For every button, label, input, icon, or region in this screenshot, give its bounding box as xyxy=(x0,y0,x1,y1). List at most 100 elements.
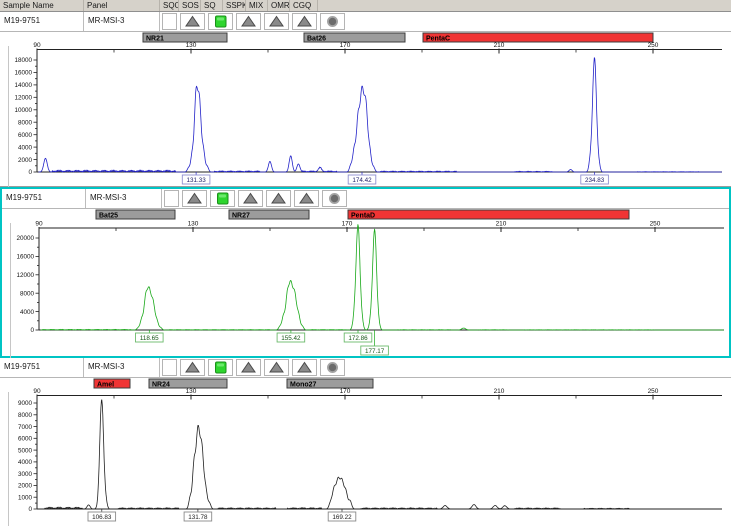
flag-circle-icon xyxy=(320,359,345,376)
svg-text:8000: 8000 xyxy=(18,119,33,126)
column-header-omr[interactable]: OMR xyxy=(268,0,290,11)
svg-text:210: 210 xyxy=(494,388,505,395)
sample-row: M19-9751 MR-MSI-3 xyxy=(0,12,731,32)
marker-bar-Mono27[interactable]: Mono27 xyxy=(286,378,374,389)
svg-text:PentaD: PentaD xyxy=(351,213,375,220)
svg-text:18000: 18000 xyxy=(14,57,32,64)
electropherogram-plot-green[interactable]: Bat25 NR27 PentaD 90 130 170 210 250 0 4000 8000 12… xyxy=(2,209,729,358)
svg-text:12000: 12000 xyxy=(14,95,32,102)
peak-size-label[interactable]: 174.42 xyxy=(347,174,377,185)
peak-size-label[interactable]: 177.17 xyxy=(360,345,389,356)
electropherogram-plot-black[interactable]: Amel NR24 Mono27 90 130 170 210 250 0 1000 2000 300… xyxy=(0,378,731,526)
marker-bar-PentaC[interactable]: PentaC xyxy=(422,32,654,43)
column-header-sos[interactable]: SOS xyxy=(179,0,201,11)
marker-bar-Bat25[interactable]: Bat25 xyxy=(95,209,176,220)
svg-text:1000: 1000 xyxy=(18,494,33,501)
svg-text:5000: 5000 xyxy=(18,447,33,454)
svg-text:16000: 16000 xyxy=(14,70,32,77)
y-axis: 0 1000 2000 3000 4000 5000 6000 7000 8000 9000 xyxy=(18,395,38,513)
electropherogram-plot-blue[interactable]: NR21 Bat26 PentaC 90 130 170 210 250 0 2000 4000 60… xyxy=(0,32,731,187)
flag-triangle-icon xyxy=(266,190,291,207)
x-axis: 90 130 170 210 250 xyxy=(33,388,722,400)
svg-text:8000: 8000 xyxy=(20,290,35,297)
peak-size-label[interactable]: 131.78 xyxy=(183,511,213,522)
svg-text:NR27: NR27 xyxy=(232,213,250,220)
svg-text:170: 170 xyxy=(342,221,353,228)
svg-text:0: 0 xyxy=(28,506,32,513)
flag-empty-icon xyxy=(162,13,177,30)
svg-text:Mono27: Mono27 xyxy=(290,382,317,389)
column-header-filler xyxy=(318,0,731,11)
svg-text:NR24: NR24 xyxy=(152,382,170,389)
svg-text:210: 210 xyxy=(496,221,507,228)
svg-text:7000: 7000 xyxy=(18,424,33,431)
peak-size-label[interactable]: 155.42 xyxy=(276,332,306,343)
peak-size-label[interactable]: 169.22 xyxy=(327,511,357,522)
peak-size-label[interactable]: 106.83 xyxy=(87,511,117,522)
flag-triangle-icon xyxy=(294,190,319,207)
column-header-mix[interactable]: MIX xyxy=(246,0,268,11)
panel-name-cell[interactable]: MR-MSI-3 xyxy=(86,189,162,208)
column-header-sq[interactable]: SQ xyxy=(201,0,223,11)
marker-bar-NR27[interactable]: NR27 xyxy=(228,209,310,220)
peak-size-label[interactable]: 118.65 xyxy=(135,332,164,343)
panel-name-cell[interactable]: MR-MSI-3 xyxy=(84,358,160,377)
svg-text:131.33: 131.33 xyxy=(186,177,206,184)
svg-text:250: 250 xyxy=(648,388,659,395)
flag-green-square-icon xyxy=(208,359,233,376)
sample-name-cell[interactable]: M19-9751 xyxy=(0,12,84,31)
svg-text:210: 210 xyxy=(494,42,505,49)
svg-text:234.83: 234.83 xyxy=(585,177,605,184)
svg-text:174.42: 174.42 xyxy=(352,177,372,184)
svg-text:172.86: 172.86 xyxy=(348,335,368,342)
svg-text:14000: 14000 xyxy=(14,82,32,89)
svg-text:90: 90 xyxy=(33,42,41,49)
svg-text:170: 170 xyxy=(340,388,351,395)
sample-panel-2-selected: M19-9751 MR-MSI-3 Bat25 NR27 PentaD 90 130 17… xyxy=(0,187,731,358)
flag-empty-icon xyxy=(162,359,177,376)
svg-text:3000: 3000 xyxy=(18,471,33,478)
peak-size-label[interactable]: 234.83 xyxy=(580,174,609,185)
flag-empty-icon xyxy=(164,190,179,207)
flag-triangle-icon xyxy=(236,359,261,376)
svg-text:90: 90 xyxy=(33,388,41,395)
marker-bar-Amel[interactable]: Amel xyxy=(93,378,131,389)
x-axis: 90 130 170 210 250 xyxy=(33,42,722,54)
sample-panel-3: M19-9751 MR-MSI-3 Amel NR24 Mono27 90 130 170… xyxy=(0,358,731,527)
flag-triangle-icon xyxy=(236,13,261,30)
column-header-cgq[interactable]: CGQ xyxy=(290,0,318,11)
svg-text:118.65: 118.65 xyxy=(140,335,159,342)
column-header-sqo[interactable]: SQO xyxy=(160,0,179,11)
sample-name-cell[interactable]: M19-9751 xyxy=(2,189,86,208)
svg-text:177.17: 177.17 xyxy=(365,348,385,355)
flag-triangle-icon xyxy=(292,359,317,376)
genotyping-app-window: Sample Name Panel SQO SOS SQ SSPK MIX OM… xyxy=(0,0,731,527)
marker-bar-PentaD[interactable]: PentaD xyxy=(347,209,630,220)
flag-triangle-icon xyxy=(264,359,289,376)
svg-text:16000: 16000 xyxy=(16,254,34,261)
svg-text:NR21: NR21 xyxy=(146,36,164,43)
x-axis: 90 130 170 210 250 xyxy=(35,221,724,232)
flag-triangle-icon xyxy=(238,190,263,207)
svg-text:170: 170 xyxy=(340,42,351,49)
flag-triangle-icon xyxy=(182,190,207,207)
svg-text:6000: 6000 xyxy=(18,436,33,443)
sample-name-cell[interactable]: M19-9751 xyxy=(0,358,84,377)
peak-size-label[interactable]: 131.33 xyxy=(181,174,211,185)
y-axis: 0 4000 8000 12000 16000 20000 xyxy=(16,228,40,334)
panel-name-cell[interactable]: MR-MSI-3 xyxy=(84,12,160,31)
y-axis: 0 2000 4000 6000 8000 10000 12000 14000 16000 180… xyxy=(14,49,38,176)
svg-text:130: 130 xyxy=(186,42,197,49)
column-header-panel[interactable]: Panel xyxy=(84,0,160,11)
column-header-sample-name[interactable]: Sample Name xyxy=(0,0,84,11)
svg-text:250: 250 xyxy=(650,221,661,228)
sample-panel-1: M19-9751 MR-MSI-3 NR21 Bat26 PentaC 90 130 17… xyxy=(0,12,731,187)
svg-text:90: 90 xyxy=(35,221,43,228)
peak-size-label[interactable]: 172.86 xyxy=(343,332,373,343)
flag-circle-icon xyxy=(322,190,347,207)
flag-green-square-icon xyxy=(208,13,233,30)
svg-text:Bat26: Bat26 xyxy=(307,36,326,43)
flag-triangle-icon xyxy=(292,13,317,30)
marker-bar-Bat26[interactable]: Bat26 xyxy=(303,32,406,43)
column-header-sspk[interactable]: SSPK xyxy=(223,0,246,11)
